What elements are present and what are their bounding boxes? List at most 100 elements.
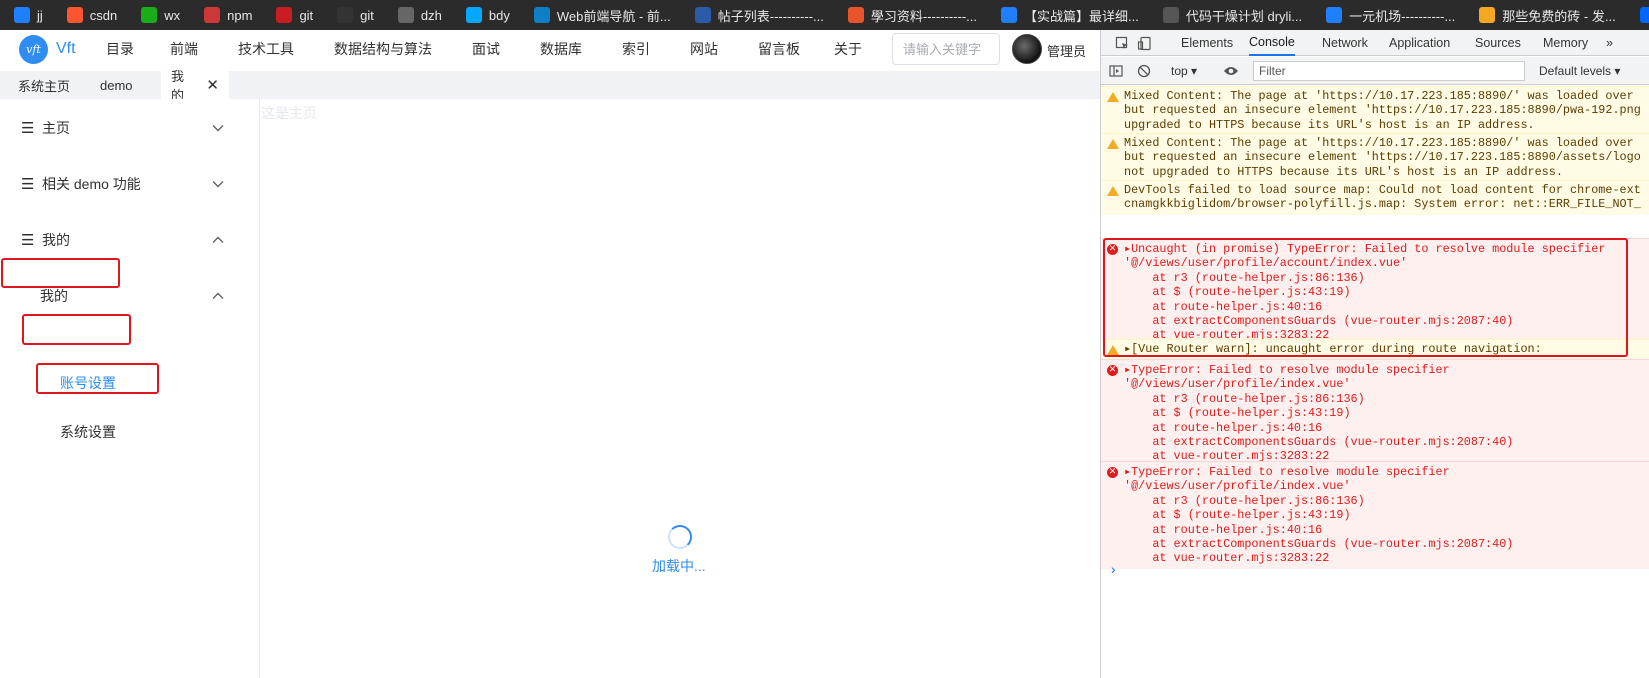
bookmark-item[interactable]: jj	[0, 0, 53, 30]
menu-item-frontend[interactable]: 前端	[170, 39, 198, 59]
bookmark-item[interactable]: git	[323, 0, 384, 30]
error-icon: ✕	[1107, 467, 1118, 478]
bookmark-label: Web前端导航 - 前...	[556, 8, 671, 24]
console-line: at route-helper.js:40:16	[1124, 420, 1323, 435]
loading-text: 加载中...	[652, 558, 706, 574]
warning-icon	[1107, 138, 1119, 149]
bookmark-item[interactable]: 一元机场----------...	[1312, 0, 1465, 30]
warning-icon	[1107, 91, 1119, 102]
console-error-message[interactable]: ✕ ▸TypeError: Failed to resolve module sp…	[1101, 461, 1649, 569]
tab-demo[interactable]: demo	[90, 71, 143, 99]
menu-item-directory[interactable]: 目录	[106, 39, 134, 59]
tab-system-home[interactable]: 系统主页	[8, 71, 80, 99]
loading-spinner-icon	[668, 525, 692, 549]
menu-item-sites[interactable]: 网站	[690, 39, 718, 59]
logo-text: Vft	[56, 40, 76, 57]
sidebar-item-mine[interactable]: ☰ 我的	[0, 220, 260, 260]
bookmark-label: 一元机场----------...	[1349, 8, 1456, 24]
more-tabs-icon[interactable]: »	[1606, 30, 1613, 56]
folder-icon	[397, 7, 414, 23]
bookmark-item[interactable]: npm	[190, 0, 262, 30]
juejin-icon	[1001, 7, 1018, 23]
tab-application[interactable]: Application	[1389, 30, 1450, 56]
forum-icon	[694, 7, 711, 23]
bookmark-item[interactable]: csdn	[53, 0, 127, 30]
menu-icon: ☰	[21, 120, 35, 137]
console-line: cnamgkkbiglidom/browser-polyfill.js.map:…	[1124, 197, 1641, 212]
chevron-up-icon	[212, 234, 224, 246]
warning-icon	[1107, 185, 1119, 196]
logo[interactable]: vft Vft	[19, 34, 89, 64]
menu-item-database[interactable]: 数据库	[540, 39, 582, 59]
sidebar-toggle-icon[interactable]	[1109, 57, 1123, 85]
avatar[interactable]	[1012, 34, 1042, 64]
inspect-icon[interactable]	[1115, 30, 1130, 56]
bookmark-item[interactable]: 帖子列表----------...	[681, 0, 834, 30]
menu-item-about[interactable]: 关于	[834, 39, 862, 59]
console-warning-message[interactable]: DevTools failed to load source map: Coul…	[1101, 180, 1649, 215]
globe-icon	[1162, 7, 1179, 23]
console-line: '@/views/user/profile/index.vue'	[1124, 377, 1351, 392]
tab-label: 系统主页	[18, 78, 71, 94]
github-icon	[337, 7, 354, 23]
bookmark-label: 那些免费的砖 - 发...	[1502, 8, 1616, 24]
sidebar-item-system-settings[interactable]: 系统设置	[60, 422, 116, 442]
log-levels-dropdown[interactable]: Default levels ▾	[1539, 57, 1620, 85]
menu-item-tools[interactable]: 技术工具	[238, 39, 294, 59]
bookmark-item[interactable]: dzh	[384, 0, 452, 30]
app-window: vft Vft 目录 前端 技术工具 数据结构与算法 面试 数据库 索引 网站 …	[0, 30, 1100, 678]
clear-console-icon[interactable]	[1137, 57, 1151, 85]
console-line: at $ (route-helper.js:43:19)	[1124, 406, 1351, 421]
search-input[interactable]	[892, 33, 1000, 65]
bookmark-item[interactable]: 學习资料----------...	[834, 0, 987, 30]
sidebar-item-demo[interactable]: ☰ 相关 demo 功能	[0, 164, 260, 204]
bookmark-item[interactable]: 【实战篇】最详细...	[987, 0, 1149, 30]
console-warning-message[interactable]: Mixed Content: The page at 'https://10.1…	[1101, 86, 1649, 136]
tab-network[interactable]: Network	[1322, 30, 1368, 56]
menu-item-algorithms[interactable]: 数据结构与算法	[334, 39, 432, 59]
bookmark-item[interactable]: bdy	[452, 0, 520, 30]
user-name[interactable]: 管理员	[1047, 41, 1086, 60]
console-toolbar: top ▾ Default levels ▾	[1101, 57, 1649, 85]
context-selector[interactable]: top ▾	[1171, 57, 1197, 85]
top-navigation: vft Vft 目录 前端 技术工具 数据结构与算法 面试 数据库 索引 网站 …	[0, 30, 1100, 68]
sidebar-submenu-mine[interactable]: 我的	[0, 276, 260, 316]
tab-mine[interactable]: 我的 ✕	[161, 69, 229, 103]
menu-item-index[interactable]: 索引	[622, 39, 650, 59]
bookmark-item[interactable]: Web前端导航 - 前...	[520, 0, 681, 30]
bookmark-item[interactable]: 代码干燥计划 dryli...	[1149, 0, 1312, 30]
bookmark-label: git	[299, 7, 314, 23]
sidebar-item-label: 我的	[42, 232, 70, 248]
tab-sources[interactable]: Sources	[1475, 30, 1521, 56]
tab-console[interactable]: Console	[1249, 30, 1295, 56]
tab-memory[interactable]: Memory	[1543, 30, 1588, 56]
console-line: ▸TypeError: Failed to resolve module spe…	[1124, 465, 1450, 479]
console-line: DevTools failed to load source map: Coul…	[1124, 183, 1641, 197]
close-icon[interactable]: ✕	[206, 76, 219, 94]
bookmark-item[interactable]: ----------	[1626, 0, 1649, 30]
highlight-box	[22, 314, 131, 345]
tab-elements[interactable]: Elements	[1181, 30, 1233, 56]
menu-item-guestbook[interactable]: 留言板	[758, 39, 800, 59]
bookmark-item[interactable]: 那些免费的砖 - 发...	[1465, 0, 1625, 30]
console-warning-message[interactable]: Mixed Content: The page at 'https://10.1…	[1101, 133, 1649, 183]
eye-icon[interactable]	[1223, 57, 1239, 85]
console-prompt[interactable]: ›	[1109, 563, 1117, 579]
bookmark-label: 【实战篇】最详细...	[1024, 8, 1139, 24]
menu-item-interview[interactable]: 面试	[472, 39, 500, 59]
tab-bar: 系统主页 demo 我的 ✕	[0, 69, 1100, 103]
code-icon	[533, 7, 550, 23]
device-toolbar-icon[interactable]	[1137, 30, 1152, 56]
chevron-up-icon	[212, 290, 224, 302]
console-line: ▸TypeError: Failed to resolve module spe…	[1124, 363, 1450, 377]
sidebar-item-home[interactable]: ☰ 主页	[0, 108, 260, 148]
console-output: Mixed Content: The page at 'https://10.1…	[1101, 86, 1649, 678]
console-line: '@/views/user/profile/index.vue'	[1124, 479, 1351, 494]
bookmark-item[interactable]: git	[262, 0, 323, 30]
console-error-message[interactable]: ✕ ▸TypeError: Failed to resolve module sp…	[1101, 359, 1649, 467]
filter-input[interactable]	[1253, 61, 1525, 81]
chevron-down-icon	[212, 178, 224, 190]
console-line: at $ (route-helper.js:43:19)	[1124, 508, 1351, 523]
highlight-box	[1103, 238, 1628, 357]
bookmark-item[interactable]: wx	[127, 0, 190, 30]
